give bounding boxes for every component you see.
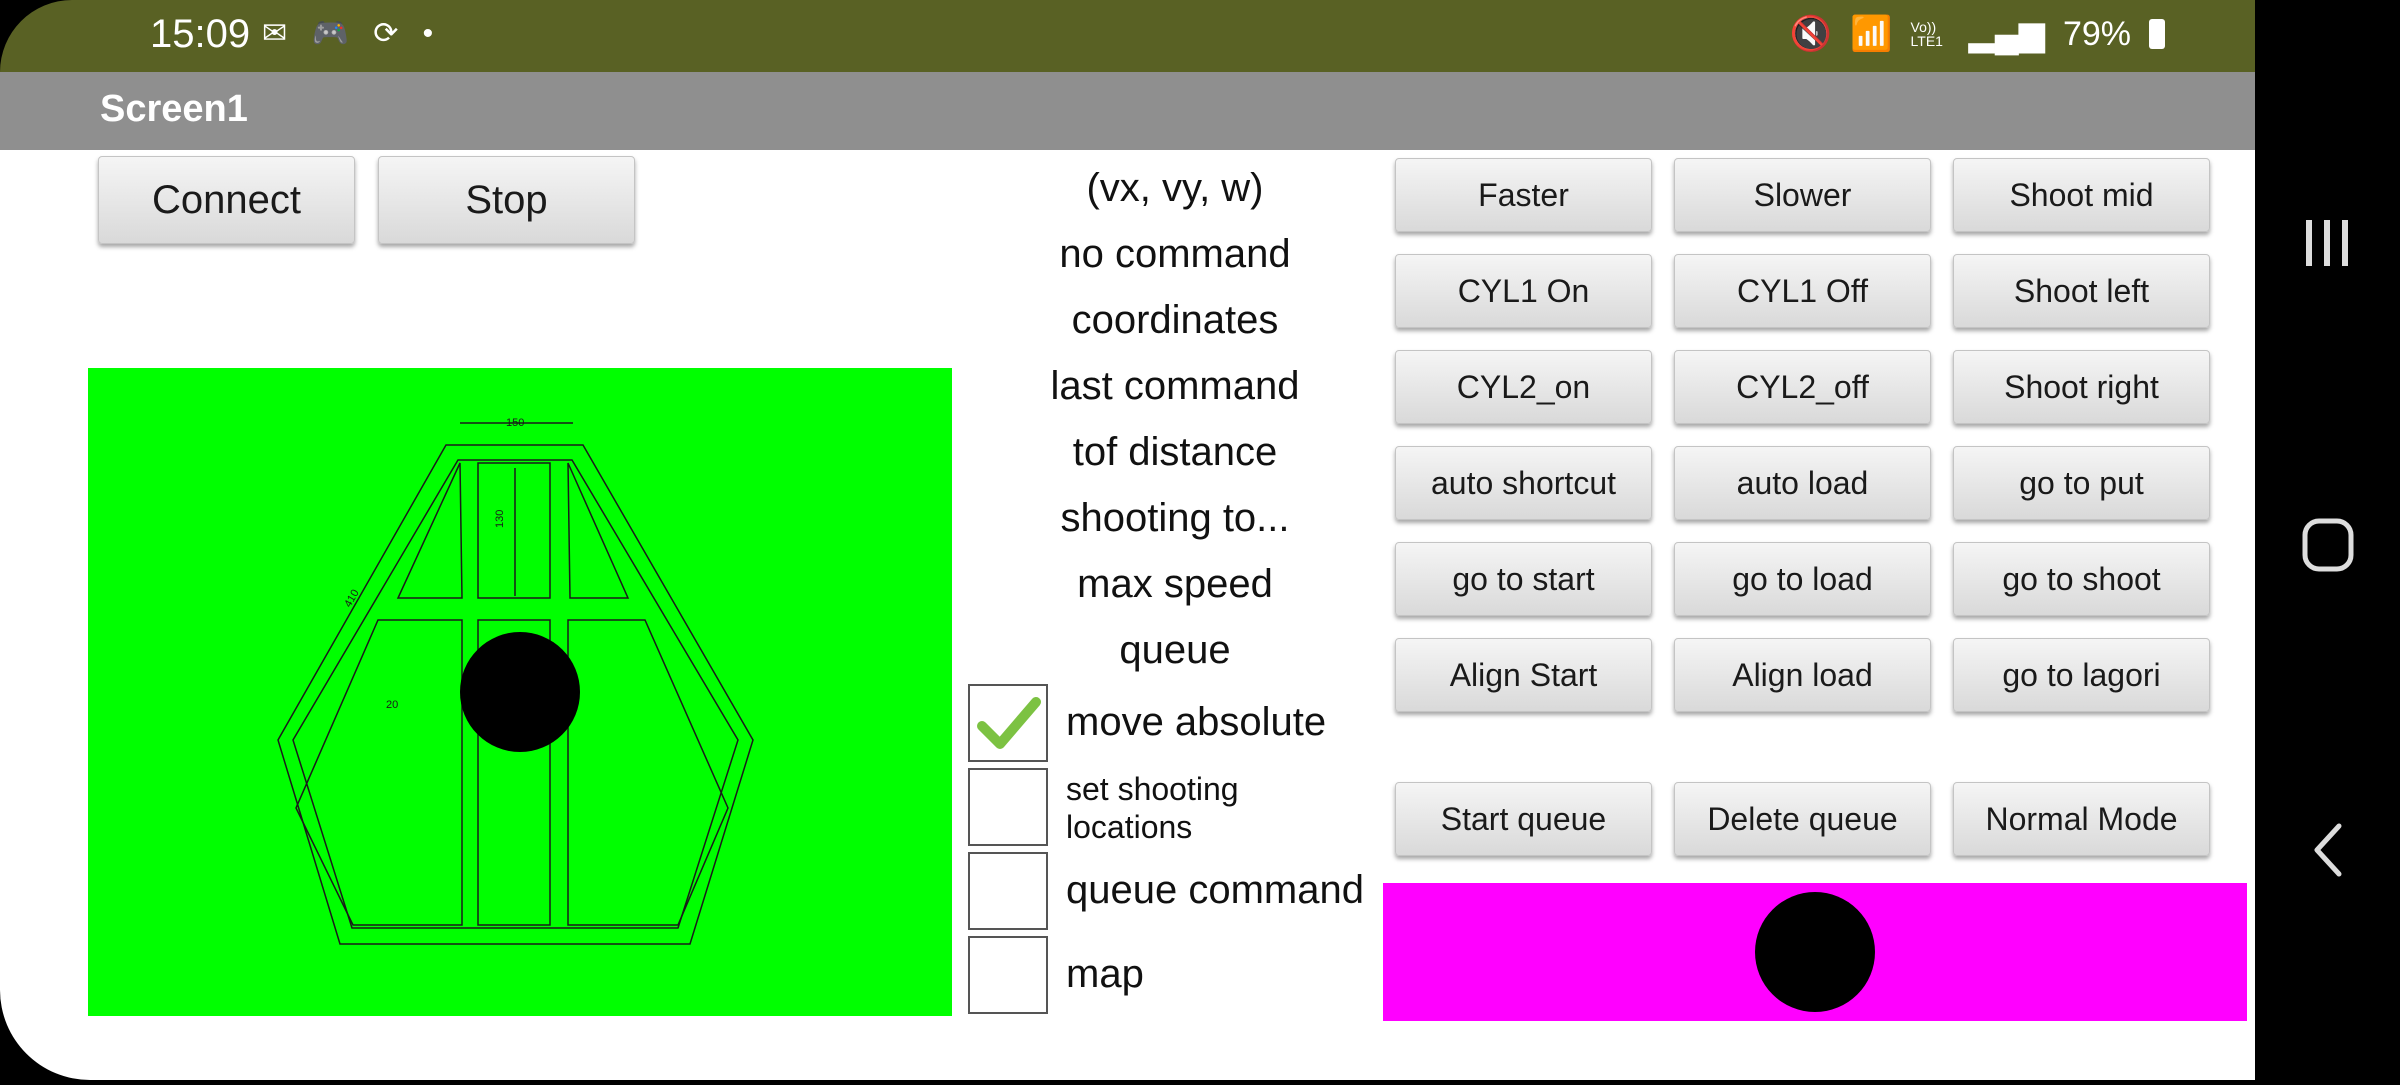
- map-checkbox[interactable]: [968, 936, 1048, 1014]
- field-map[interactable]: 150 130 410 20: [88, 368, 952, 1016]
- go-to-shoot-button[interactable]: go to shoot: [1953, 542, 2210, 616]
- android-navigation-bar: [2255, 0, 2400, 1080]
- auto-shortcut-button[interactable]: auto shortcut: [1395, 446, 1652, 520]
- status-notification-icons: ✉ 🎮 ⟳ •: [262, 16, 441, 51]
- status-system-icons: 🔇 📶 Vo)) LTE1 ▂▄▆ 79%: [1790, 14, 2165, 54]
- mute-icon: 🔇: [1789, 15, 1833, 53]
- status-time: 15:09: [150, 12, 251, 56]
- battery-icon: [2149, 19, 2165, 49]
- status-bar: 15:09 ✉ 🎮 ⟳ • 🔇 📶 Vo)) LTE1 ▂▄▆ 79%: [0, 0, 2255, 72]
- set-shooting-locations-label: set shooting locations: [1066, 771, 1239, 845]
- align-load-button[interactable]: Align load: [1674, 638, 1931, 712]
- cyl1-off-button[interactable]: CYL1 Off: [1674, 254, 1931, 328]
- shoot-mid-button[interactable]: Shoot mid: [1953, 158, 2210, 232]
- coordinates-label: coordinates: [1071, 298, 1279, 342]
- align-start-button[interactable]: Align Start: [1395, 638, 1652, 712]
- zone-bottom-right: [567, 619, 729, 926]
- go-to-load-button[interactable]: go to load: [1674, 542, 1931, 616]
- dimension-label-small: 20: [386, 699, 398, 711]
- zone-top-center: [477, 462, 551, 599]
- set-shooting-locations-checkbox[interactable]: [968, 768, 1048, 846]
- signal-icon: ▂▄▆: [1968, 15, 2045, 53]
- home-icon[interactable]: [2302, 518, 2354, 572]
- start-queue-button[interactable]: Start queue: [1395, 782, 1652, 856]
- auto-load-button[interactable]: auto load: [1674, 446, 1931, 520]
- app-title: Screen1: [100, 88, 248, 130]
- slower-button[interactable]: Slower: [1674, 158, 1931, 232]
- navigation-icons: [2302, 220, 2354, 877]
- mail-icon: ✉: [262, 17, 296, 50]
- robot-position-marker[interactable]: [460, 632, 580, 752]
- wifi-icon: 📶: [1850, 15, 1893, 53]
- connect-button[interactable]: Connect: [98, 156, 355, 244]
- field-map-drawing: 150 130 410 20: [277, 417, 754, 945]
- cyl2-on-button[interactable]: CYL2_on: [1395, 350, 1652, 424]
- game-icon: 🎮: [311, 17, 357, 50]
- phone-screen: 15:09 ✉ 🎮 ⟳ • 🔇 📶 Vo)) LTE1 ▂▄▆ 79% Scre…: [0, 0, 2255, 1080]
- dimension-label-top: 150: [506, 417, 524, 429]
- queue-command-checkbox[interactable]: [968, 852, 1048, 930]
- zone-top-right: [567, 462, 630, 599]
- move-absolute-checkbox[interactable]: [968, 684, 1048, 762]
- checkmark-icon: [977, 697, 1041, 749]
- app-title-bar: Screen1: [0, 72, 2255, 150]
- sync-icon: ⟳: [373, 17, 407, 50]
- shoot-right-button[interactable]: Shoot right: [1953, 350, 2210, 424]
- recent-apps-icon[interactable]: [2306, 220, 2348, 266]
- zone-top-left: [396, 462, 463, 599]
- tof-distance-label: tof distance: [1072, 430, 1278, 474]
- normal-mode-button[interactable]: Normal Mode: [1953, 782, 2210, 856]
- stop-button[interactable]: Stop: [378, 156, 635, 244]
- go-to-lagori-button[interactable]: go to lagori: [1953, 638, 2210, 712]
- move-absolute-label: move absolute: [1066, 700, 1327, 744]
- last-command-label: last command: [1050, 364, 1300, 408]
- joystick-pad[interactable]: [1383, 883, 2247, 1021]
- joystick-drawing: [1755, 892, 1875, 1012]
- faster-button[interactable]: Faster: [1395, 158, 1652, 232]
- shoot-left-button[interactable]: Shoot left: [1953, 254, 2210, 328]
- queue-label: queue: [1119, 628, 1231, 672]
- joystick-knob[interactable]: [1755, 892, 1875, 1012]
- map-label: map: [1066, 952, 1144, 996]
- delete-queue-button[interactable]: Delete queue: [1674, 782, 1931, 856]
- velocity-label: (vx, vy, w): [1086, 166, 1264, 210]
- dimension-label-side: 410: [342, 588, 362, 610]
- command-status-label: no command: [1059, 232, 1291, 276]
- go-to-put-button[interactable]: go to put: [1953, 446, 2210, 520]
- dot-icon: •: [422, 17, 442, 50]
- shooting-to-label: shooting to...: [1060, 496, 1290, 540]
- queue-command-label: queue command: [1066, 868, 1364, 912]
- back-icon[interactable]: [2314, 823, 2342, 877]
- cyl1-on-button[interactable]: CYL1 On: [1395, 254, 1652, 328]
- volte-icon: Vo)) LTE1: [1910, 19, 1943, 49]
- battery-percent: 79%: [2062, 14, 2131, 53]
- dimension-label-vertical: 130: [494, 510, 506, 528]
- go-to-start-button[interactable]: go to start: [1395, 542, 1652, 616]
- max-speed-label: max speed: [1077, 562, 1273, 606]
- cyl2-off-button[interactable]: CYL2_off: [1674, 350, 1931, 424]
